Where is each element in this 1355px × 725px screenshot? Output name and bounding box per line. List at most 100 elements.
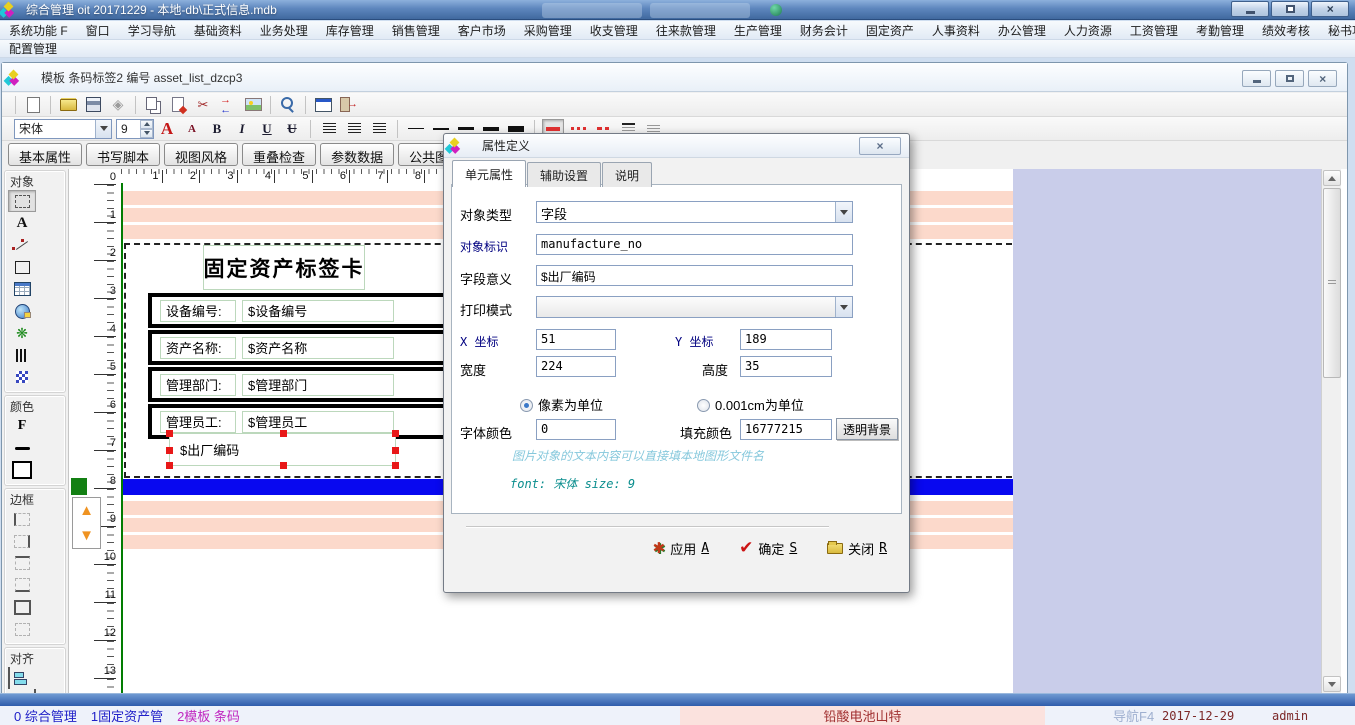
ok-button[interactable]: ✔ 确定 S <box>739 538 797 558</box>
line-object-icon[interactable] <box>8 234 36 256</box>
menu-item[interactable]: 秘书功能 <box>1319 21 1355 40</box>
vertical-scrollbar[interactable] <box>1321 169 1341 693</box>
menu-item[interactable]: 采购管理 <box>515 21 581 40</box>
align-text-left-icon[interactable] <box>318 119 340 139</box>
field-value[interactable]: $管理部门 <box>242 374 394 396</box>
matrix-object-icon[interactable] <box>8 366 36 388</box>
align-left-icon[interactable] <box>8 667 36 689</box>
print-style-icon[interactable] <box>107 95 129 115</box>
field-label[interactable]: 管理部门: <box>160 374 236 396</box>
close-dialog-button[interactable]: 关闭 R <box>827 538 887 558</box>
new-window-icon[interactable] <box>312 95 334 115</box>
nudge-up-icon[interactable]: ▲ <box>79 504 94 517</box>
field-label[interactable]: 设备编号: <box>160 300 236 322</box>
field-value[interactable]: $管理员工 <box>242 411 394 433</box>
fill-color-icon[interactable] <box>8 459 36 481</box>
radio-selected-icon[interactable] <box>520 399 533 412</box>
chevron-down-icon[interactable] <box>95 120 111 138</box>
tab-button[interactable]: 重叠检查 <box>242 143 316 166</box>
menu-item[interactable]: 财务会计 <box>791 21 857 40</box>
image-object-icon[interactable] <box>8 322 36 344</box>
align-text-right-icon[interactable] <box>368 119 390 139</box>
scroll-up-icon[interactable] <box>1323 170 1341 186</box>
copy-icon[interactable] <box>142 95 164 115</box>
unit-pixel-radio[interactable]: 像素为单位 <box>520 395 603 414</box>
dialog-titlebar[interactable]: 属性定义 × <box>444 134 909 158</box>
insert-image-icon[interactable] <box>242 95 264 115</box>
field-meaning-input[interactable]: $出厂编码 <box>536 265 853 286</box>
font-enlarge-icon[interactable]: A <box>156 119 178 139</box>
scrollbar-thumb[interactable] <box>1323 188 1341 378</box>
line-color-icon[interactable] <box>8 437 36 459</box>
print-preview-icon[interactable] <box>277 95 299 115</box>
spin-down-icon[interactable] <box>140 129 153 138</box>
open-folder-icon[interactable] <box>57 95 79 115</box>
align-text-center-icon[interactable] <box>343 119 365 139</box>
rect-object-icon[interactable] <box>8 256 36 278</box>
field-value[interactable]: $资产名称 <box>242 337 394 359</box>
menu-item[interactable]: 往来款管理 <box>647 21 725 40</box>
tab-description[interactable]: 说明 <box>602 162 652 187</box>
border-top-icon[interactable] <box>8 552 36 574</box>
selection-handle[interactable] <box>280 430 287 437</box>
menu-item[interactable]: 固定资产 <box>857 21 923 40</box>
mdi-close-button[interactable]: × <box>1308 70 1337 87</box>
menu-item[interactable]: 窗口 <box>77 21 119 40</box>
border-left-icon[interactable] <box>8 508 36 530</box>
menu-item[interactable]: 系统功能 F <box>0 21 77 40</box>
font-color-input[interactable]: 0 <box>536 419 616 440</box>
selected-field-object[interactable]: $出厂编码 <box>169 433 396 466</box>
menu-item[interactable]: 人力资源 <box>1055 21 1121 40</box>
underline-icon[interactable]: U <box>256 119 278 139</box>
paste-special-icon[interactable] <box>167 95 189 115</box>
y-coord-input[interactable]: 189 <box>740 329 832 350</box>
field-value[interactable]: $设备编号 <box>242 300 394 322</box>
menu-item[interactable]: 人事资料 <box>923 21 989 40</box>
menu-item[interactable]: 考勤管理 <box>1187 21 1253 40</box>
width-input[interactable]: 224 <box>536 356 616 377</box>
font-color-icon[interactable] <box>8 415 36 437</box>
open-window-item[interactable]: 1固定资产管 <box>91 706 163 725</box>
font-size-spinner[interactable] <box>140 120 153 138</box>
menu-item[interactable]: 绩效考核 <box>1253 21 1319 40</box>
ole-object-icon[interactable] <box>8 300 36 322</box>
selection-handle[interactable] <box>166 447 173 454</box>
chevron-down-icon[interactable] <box>835 202 852 222</box>
font-family-select[interactable]: 宋体 <box>14 119 112 139</box>
menu-item[interactable]: 学习导航 <box>119 21 185 40</box>
menu-item[interactable]: 收支管理 <box>581 21 647 40</box>
font-shrink-icon[interactable]: A <box>181 119 203 139</box>
barcode-object-icon[interactable] <box>8 344 36 366</box>
apply-button[interactable]: ✱ 应用 A <box>653 538 709 558</box>
selection-handle[interactable] <box>392 447 399 454</box>
selection-handle[interactable] <box>166 430 173 437</box>
tab-cell-properties[interactable]: 单元属性 <box>452 160 526 187</box>
menu-item[interactable]: 客户市场 <box>449 21 515 40</box>
mdi-titlebar[interactable]: 模板 条码标签2 编号 asset_list_dzcp3 × <box>2 63 1347 92</box>
exit-icon[interactable] <box>337 95 359 115</box>
mdi-minimize-button[interactable] <box>1242 70 1271 87</box>
border-right-icon[interactable] <box>8 530 36 552</box>
height-input[interactable]: 35 <box>740 356 832 377</box>
nudge-down-icon[interactable]: ▼ <box>79 529 94 542</box>
label-title-object[interactable]: 固定资产标签卡 <box>203 245 365 290</box>
strikethrough-icon[interactable]: U <box>281 119 303 139</box>
selection-handle[interactable] <box>392 430 399 437</box>
border-none-icon[interactable] <box>8 618 36 640</box>
object-id-input[interactable]: manufacture_no <box>536 234 853 255</box>
font-size-input[interactable]: 9 <box>116 119 154 139</box>
maximize-button[interactable] <box>1271 1 1309 17</box>
new-document-icon[interactable] <box>22 95 44 115</box>
italic-icon[interactable]: I <box>231 119 253 139</box>
menu-item[interactable]: 生产管理 <box>725 21 791 40</box>
mdi-maximize-button[interactable] <box>1275 70 1304 87</box>
hairline-icon[interactable] <box>405 119 427 139</box>
tab-button[interactable]: 视图风格 <box>164 143 238 166</box>
transparent-bg-button[interactable]: 透明背景 <box>836 418 898 440</box>
x-coord-input[interactable]: 51 <box>536 329 616 350</box>
cut-icon[interactable] <box>192 95 214 115</box>
open-window-item[interactable]: 2模板 条码 <box>177 706 240 725</box>
selection-handle[interactable] <box>392 462 399 469</box>
menu-item[interactable]: 库存管理 <box>317 21 383 40</box>
dialog-close-button[interactable]: × <box>859 137 901 155</box>
